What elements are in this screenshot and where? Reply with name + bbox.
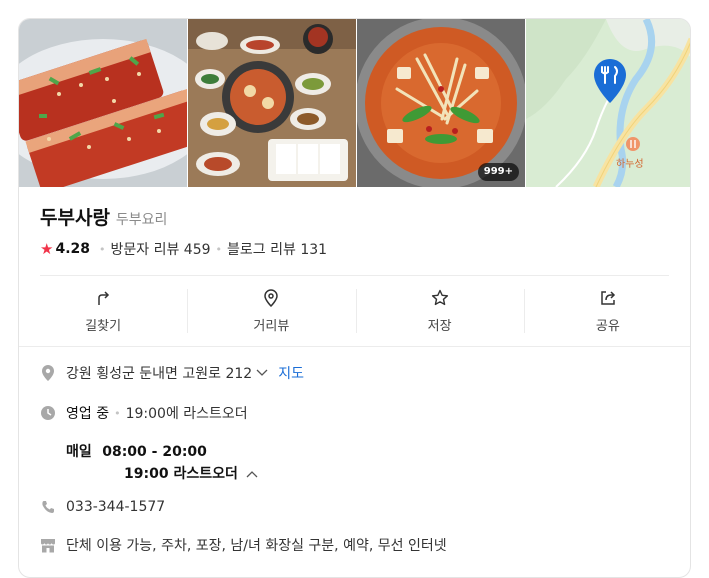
map-poi-label: 하누성 (616, 159, 644, 170)
map-link[interactable]: 지도 (278, 363, 304, 383)
share-icon (601, 291, 615, 305)
food-poi-icon (626, 137, 640, 151)
hours-time: 08:00 - 20:00 (102, 444, 207, 460)
chevron-down-icon[interactable] (256, 365, 268, 381)
last-order-note: 19:00에 라스트오더 (125, 406, 248, 422)
directions-label: 길찾기 (85, 319, 122, 334)
street-view-icon (264, 289, 279, 307)
divider (40, 275, 669, 276)
save-label: 저장 (427, 319, 452, 334)
separator-dot: • (99, 242, 106, 256)
rating-star-icon: ★ (40, 240, 54, 258)
action-bar: 길찾기 거리뷰 저장 공유 (19, 287, 690, 339)
hours-detail: 매일 08:00 - 20:00 (66, 441, 207, 461)
mini-map[interactable]: 하누성 (526, 19, 690, 187)
divider (19, 346, 690, 347)
place-name: 두부사랑 (40, 207, 110, 229)
address-text[interactable]: 강원 횡성군 둔내면 고원로 212 (66, 363, 252, 383)
visitor-reviews-link[interactable]: 방문자 리뷰 459 (111, 239, 211, 259)
hours-last-order: 19:00 라스트오더 (124, 466, 238, 482)
rating-row: ★ 4.28 • 방문자 리뷰 459 • 블로그 리뷰 131 (40, 239, 327, 259)
hours-day: 매일 (66, 444, 92, 460)
phone-row: 033-344-1577 (40, 499, 165, 515)
photo-tofu-dish[interactable] (19, 19, 187, 187)
open-status: 영업 중 (66, 406, 110, 422)
separator-dot: • (114, 406, 121, 420)
directions-button[interactable]: 길찾기 (19, 287, 187, 339)
save-button[interactable]: 저장 (355, 287, 524, 339)
photo-stew[interactable]: 999+ (357, 19, 525, 187)
clock-icon (40, 405, 56, 421)
separator-dot: • (215, 242, 223, 256)
share-label: 공유 (595, 319, 620, 334)
address-row: 강원 횡성군 둔내면 고원로 212 지도 (40, 363, 304, 383)
title-row: 두부사랑 두부요리 (40, 203, 167, 230)
amenities-row: 단체 이용 가능, 주차, 포장, 남/녀 화장실 구분, 예약, 무선 인터넷 (40, 535, 447, 555)
share-button[interactable]: 공유 (523, 287, 690, 339)
blog-reviews-link[interactable]: 블로그 리뷰 131 (227, 239, 327, 259)
photo-count-badge[interactable]: 999+ (477, 163, 519, 181)
chevron-up-icon[interactable] (246, 466, 258, 482)
rating-value: 4.28 (55, 241, 90, 257)
star-outline-icon (431, 289, 448, 306)
hours-last-order-row: 19:00 라스트오더 (124, 463, 258, 483)
photo-strip: 999+ 하누성 (19, 19, 690, 187)
phone-icon (40, 499, 56, 515)
place-category: 두부요리 (115, 212, 168, 228)
location-pin-icon (40, 365, 56, 381)
restaurant-pin-icon (594, 59, 626, 103)
phone-number[interactable]: 033-344-1577 (66, 499, 165, 515)
street-view-button[interactable]: 거리뷰 (187, 287, 355, 339)
directions-icon (98, 291, 110, 305)
amenities-text: 단체 이용 가능, 주차, 포장, 남/녀 화장실 구분, 예약, 무선 인터넷 (66, 538, 447, 554)
photo-table-setting[interactable] (188, 19, 356, 187)
business-hours-row: 영업 중 • 19:00에 라스트오더 (40, 403, 248, 423)
place-card: 999+ 하누성 두부사랑 두부요리 ★ 4.28 • 방문자 리뷰 459 •… (18, 18, 691, 578)
street-view-label: 거리뷰 (253, 319, 290, 334)
